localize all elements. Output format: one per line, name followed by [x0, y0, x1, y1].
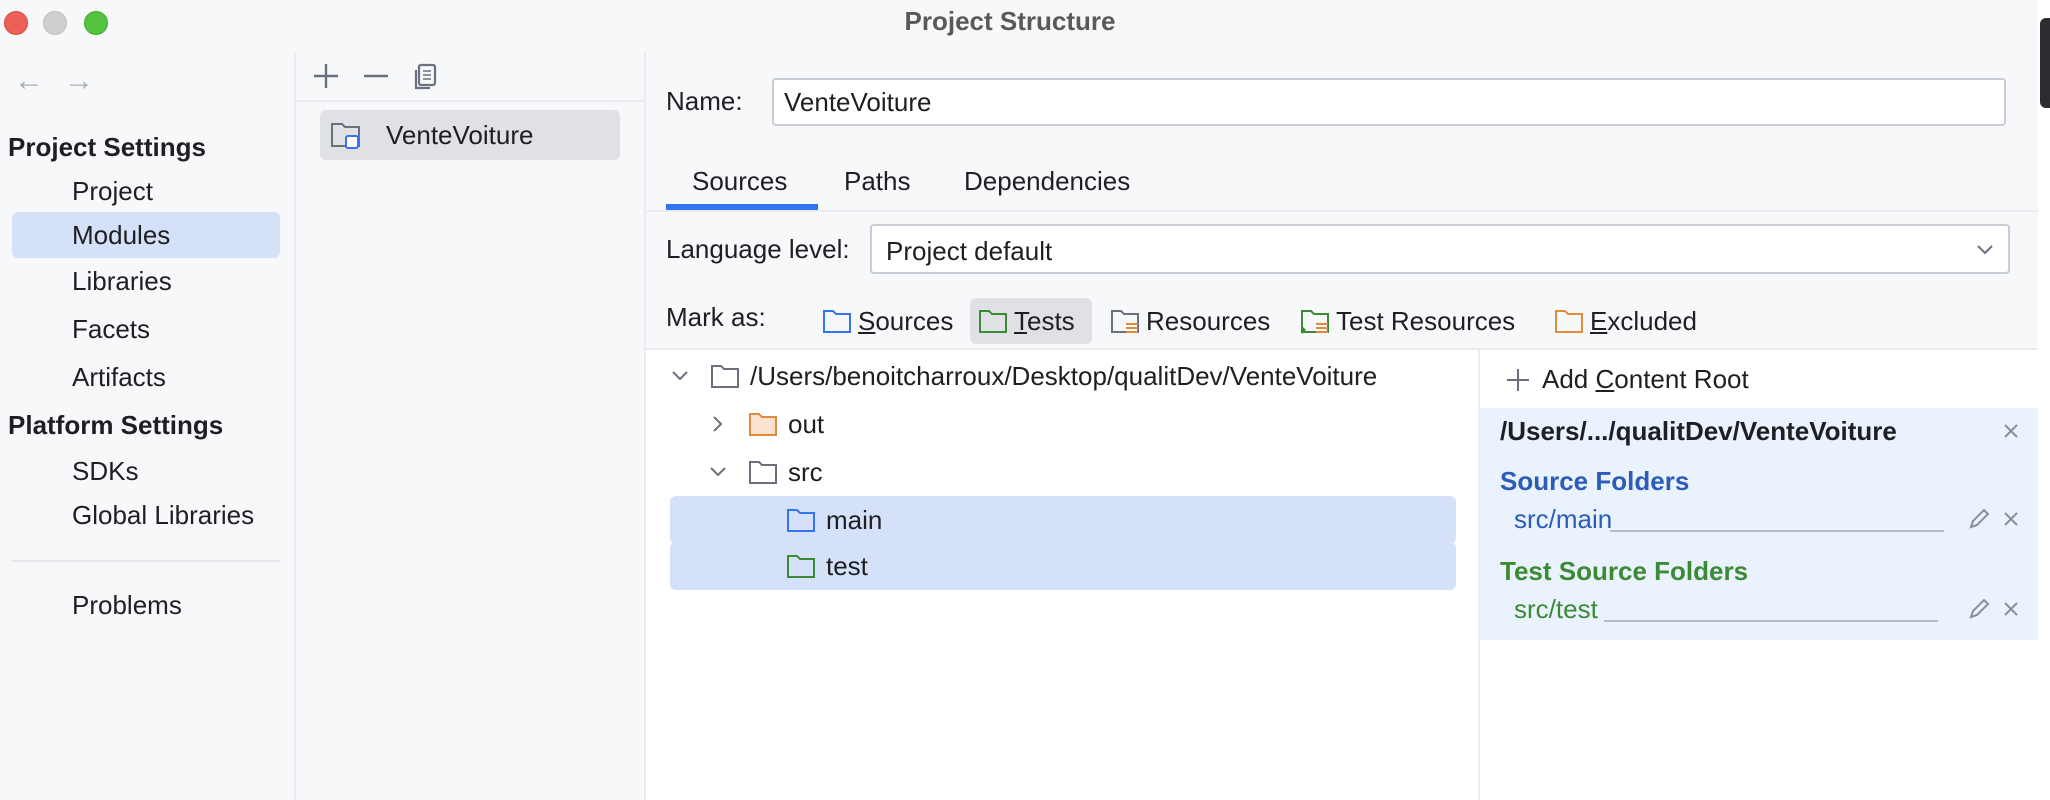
platform-settings-heading: Platform Settings [8, 410, 224, 440]
forward-arrow-icon[interactable]: → [64, 64, 94, 98]
module-list-panel: VenteVoiture [296, 44, 644, 800]
module-settings-panel: Name: Sources Paths Dependencies Languag… [646, 44, 2038, 800]
tree-row-main[interactable]: main [646, 496, 1478, 544]
add-content-root-button[interactable]: Add Content Root [1506, 364, 1749, 395]
test-folder-path[interactable]: src/test [1514, 594, 1598, 625]
excluded-folder-icon [749, 413, 777, 436]
tests-folder-icon [979, 310, 1007, 333]
project-structure-window: Project Structure ← → Project Settings P… [0, 0, 2038, 800]
content-root-box: /Users/.../qualitDev/VenteVoiture Source… [1480, 408, 2038, 640]
sources-folder-icon [787, 509, 815, 532]
tab-dependencies[interactable]: Dependencies [964, 166, 1130, 216]
tree-label-test: test [826, 551, 868, 581]
content-root-panel: Add Content Root /Users/.../qualitDev/Ve… [1480, 350, 2038, 800]
folder-icon [711, 365, 739, 388]
background-window-fragment [2040, 18, 2050, 108]
back-arrow-icon[interactable]: ← [14, 64, 44, 98]
sidebar-item-modules[interactable]: Modules [12, 212, 280, 258]
source-folder-underline [1610, 530, 1944, 532]
settings-sidebar: ← → Project Settings Project Modules Lib… [0, 44, 294, 800]
module-name-input[interactable] [772, 78, 2006, 126]
chevron-right-icon[interactable] [708, 414, 728, 434]
sidebar-item-global-libraries[interactable]: Global Libraries [12, 492, 280, 538]
module-folder-icon [331, 123, 360, 149]
close-icon[interactable] [2002, 422, 2020, 440]
add-icon[interactable] [308, 58, 344, 94]
excluded-folder-icon [1555, 310, 1583, 333]
language-level-value: Project default [886, 236, 1053, 266]
source-folder-path[interactable]: src/main [1514, 504, 1612, 535]
module-list-item[interactable]: VenteVoiture [320, 110, 620, 160]
sidebar-item-sdks[interactable]: SDKs [12, 448, 280, 494]
chevron-down-icon[interactable] [670, 366, 690, 386]
mark-resources-button[interactable]: Resources [1102, 298, 1278, 344]
mark-test-resources-button[interactable]: Test Resources [1292, 298, 1532, 344]
language-level-label: Language level: [666, 234, 850, 264]
language-level-select[interactable]: Project default [870, 224, 2010, 274]
project-settings-heading: Project Settings [8, 132, 206, 162]
tree-label-src: src [788, 457, 823, 487]
sidebar-item-artifacts[interactable]: Artifacts [12, 354, 280, 400]
tree-label-main: main [826, 505, 883, 535]
tree-root-path: /Users/benoitcharroux/Desktop/qualitDev/… [750, 361, 1378, 391]
window-title: Project Structure [904, 6, 1116, 36]
sidebar-item-project[interactable]: Project [12, 168, 280, 214]
module-name-label: VenteVoiture [386, 120, 534, 150]
remove-icon[interactable] [358, 58, 394, 94]
close-icon[interactable] [2002, 510, 2020, 528]
test-source-folders-heading: Test Source Folders [1500, 556, 1749, 586]
plus-icon [1507, 369, 1529, 391]
folder-icon [749, 461, 777, 484]
source-folders-heading: Source Folders [1500, 466, 1690, 496]
sidebar-divider [12, 560, 280, 562]
sidebar-item-facets[interactable]: Facets [12, 306, 280, 352]
title-bar: Project Structure [0, 0, 2038, 44]
module-toolbar-divider [296, 100, 644, 102]
test-resources-folder-icon [1301, 310, 1329, 334]
tests-folder-icon [787, 555, 815, 578]
tree-row-root[interactable]: /Users/benoitcharroux/Desktop/qualitDev/… [646, 352, 1478, 400]
content-root-path: /Users/.../qualitDev/VenteVoiture [1500, 416, 1897, 446]
chevron-down-icon [1977, 245, 1993, 255]
tabs-divider [646, 210, 2038, 212]
mark-sources-button[interactable]: Sources [814, 298, 968, 344]
mark-excluded-button[interactable]: Excluded [1546, 298, 1716, 344]
tab-paths[interactable]: Paths [844, 166, 911, 216]
edit-icon[interactable] [1966, 506, 1992, 532]
chevron-down-icon[interactable] [708, 462, 728, 482]
close-icon[interactable] [2002, 600, 2020, 618]
sidebar-item-problems[interactable]: Problems [12, 582, 280, 628]
sidebar-item-libraries[interactable]: Libraries [12, 258, 280, 304]
tree-label-out: out [788, 409, 825, 439]
test-folder-underline [1604, 620, 1938, 622]
resources-folder-icon [1111, 310, 1139, 333]
tree-row-src[interactable]: src [646, 448, 1478, 496]
mark-tests-button[interactable]: Tests [970, 298, 1092, 344]
tree-row-out[interactable]: out [646, 400, 1478, 448]
background-window-edge [2038, 0, 2050, 800]
copy-icon[interactable] [408, 58, 444, 94]
tree-row-test[interactable]: test [646, 542, 1478, 592]
sources-folder-icon [823, 310, 851, 333]
edit-icon[interactable] [1966, 596, 1992, 622]
mark-as-label: Mark as: [666, 302, 766, 332]
name-label: Name: [666, 86, 743, 116]
